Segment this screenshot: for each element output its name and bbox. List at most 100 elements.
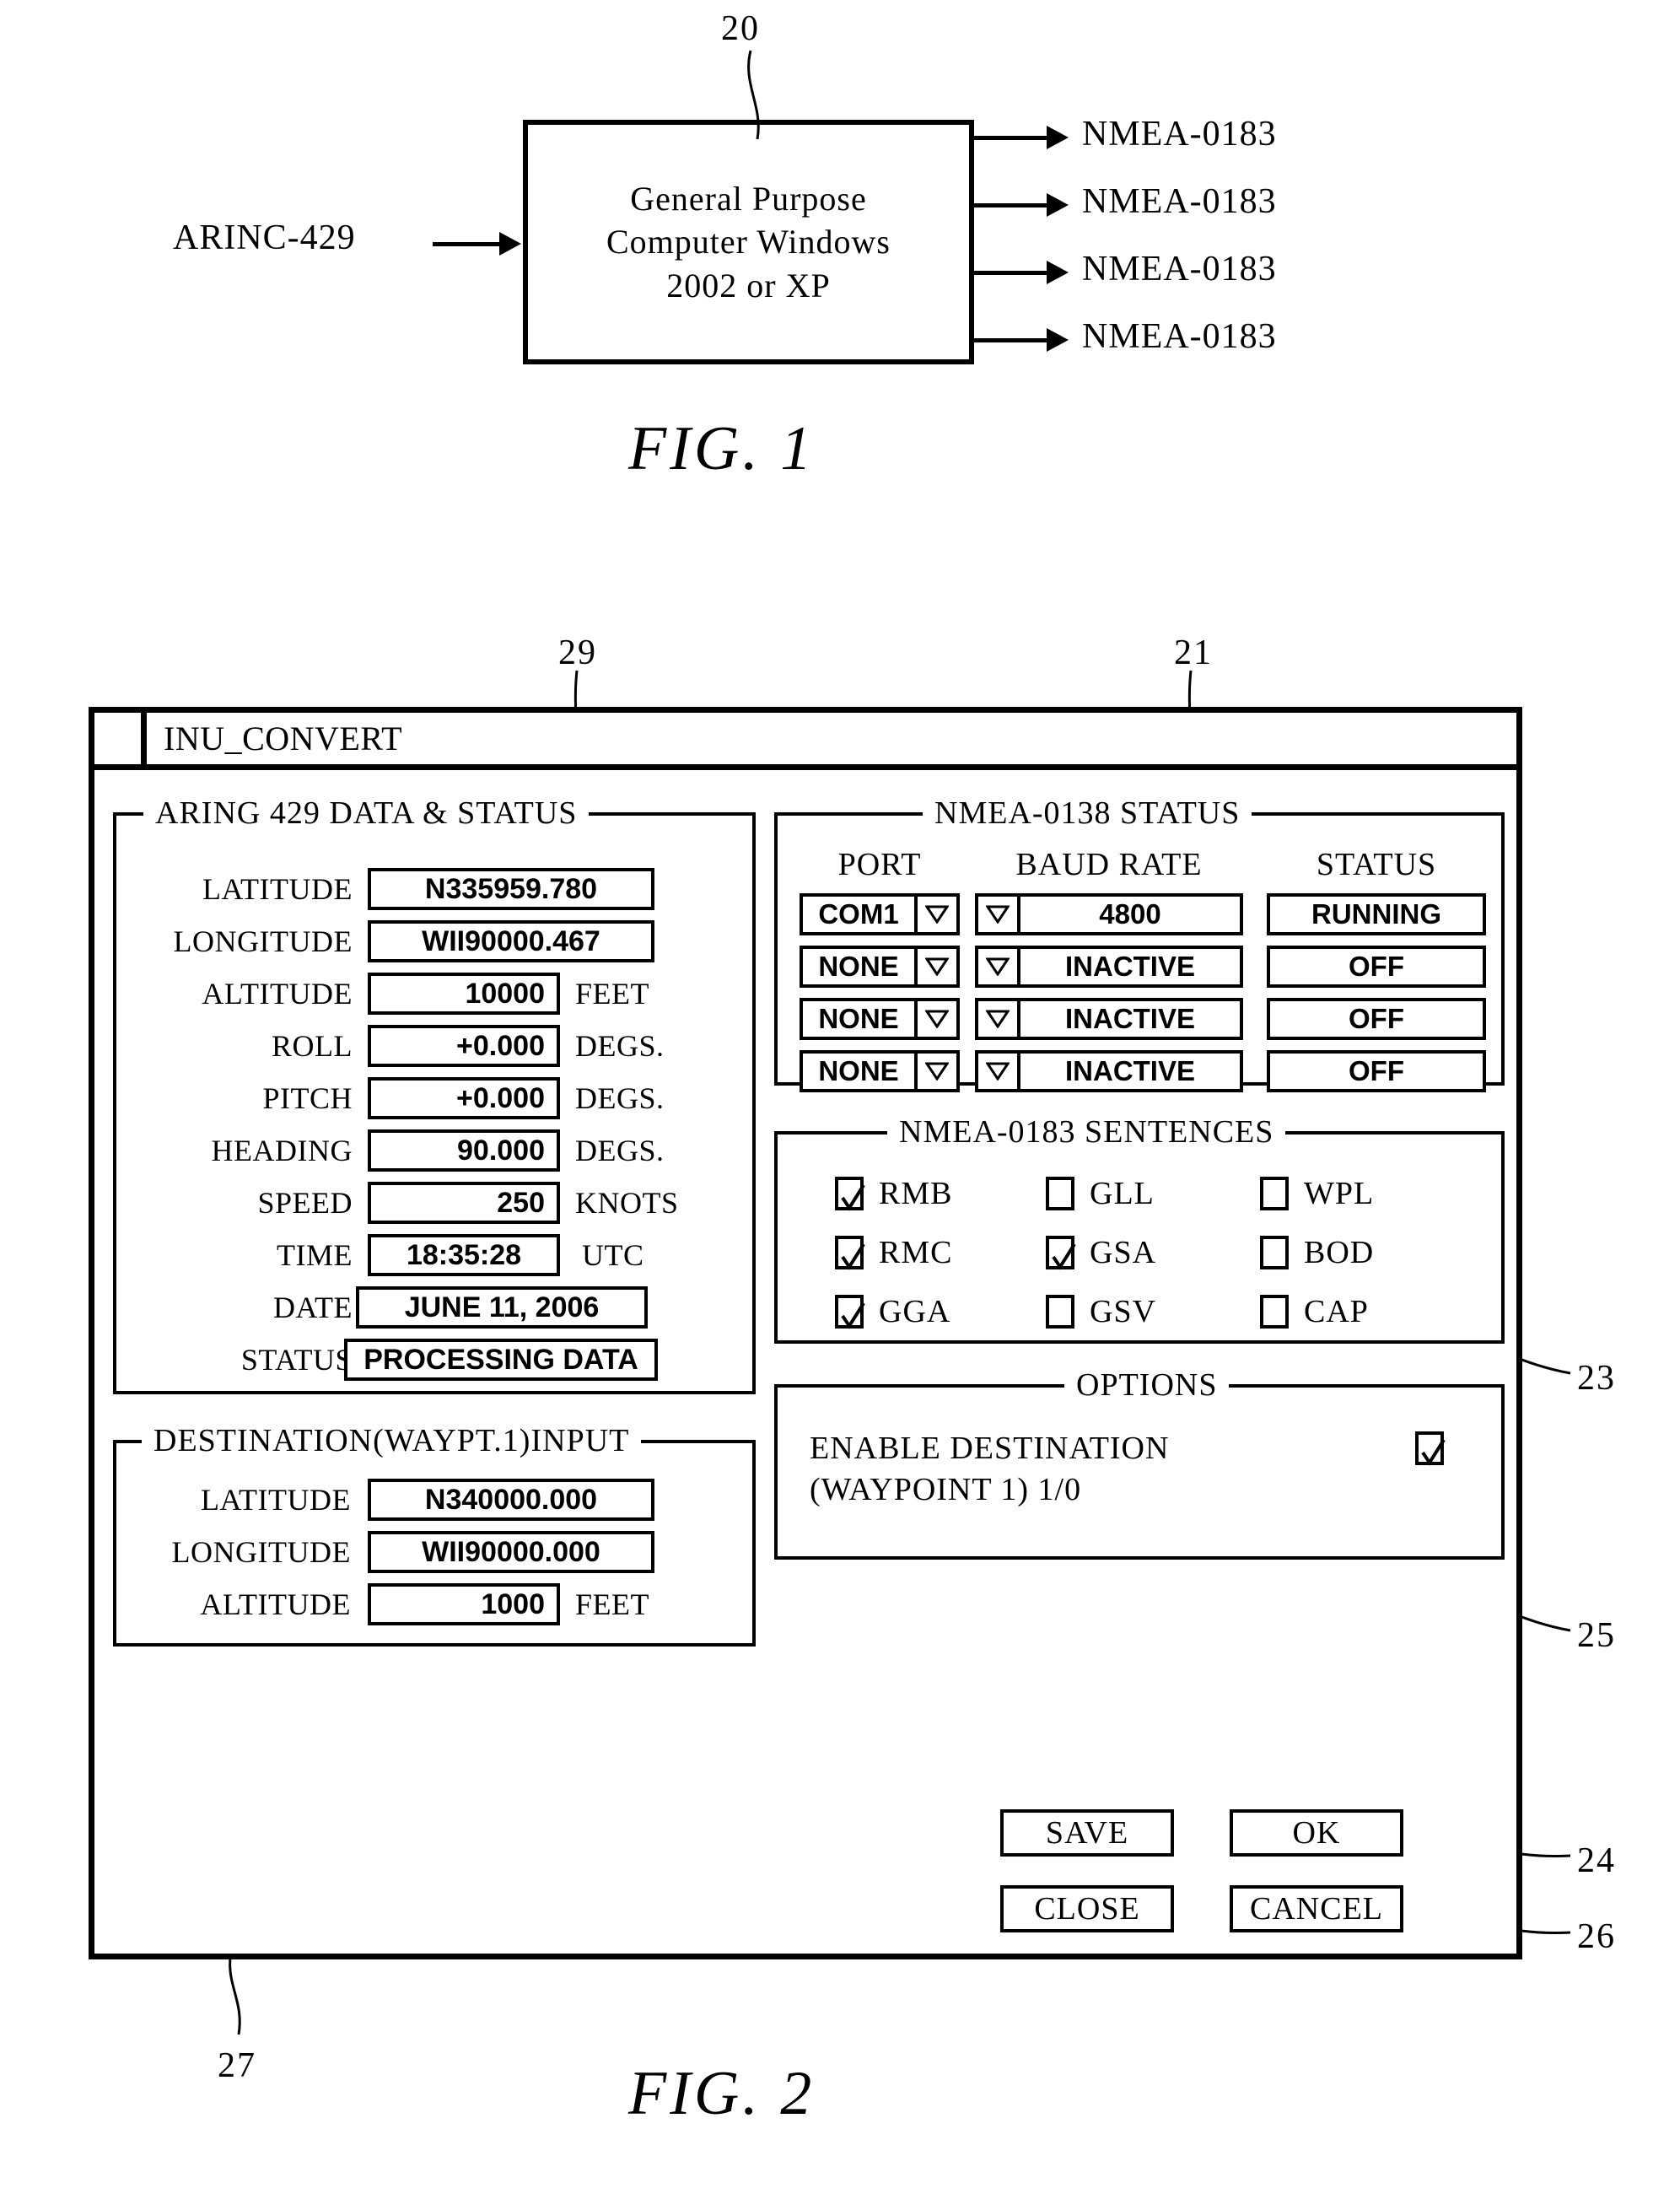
label-time: TIME [277, 1238, 353, 1272]
nmea-output-label-2: NMEA-0183 [1082, 182, 1277, 221]
port-status-2: OFF [1267, 946, 1486, 988]
sentence-label-gga: GGA [879, 1294, 951, 1329]
destination-group-title: DESTINATION(WAYPT.1)INPUT [142, 1422, 642, 1459]
value-latitude[interactable]: N335959.780 [368, 868, 654, 910]
checkbox-icon-unchecked [1260, 1295, 1289, 1329]
baud-value-3: INACTIVE [1064, 1003, 1195, 1034]
ok-button[interactable]: OK [1230, 1809, 1403, 1857]
value-longitude[interactable]: WII90000.467 [368, 920, 654, 962]
cpu-box-line-2: Computer Windows [606, 223, 891, 261]
baud-select-4[interactable]: INACTIVE [975, 1050, 1243, 1092]
port-select-2[interactable]: NONE [800, 946, 960, 988]
close-button[interactable]: CLOSE [1000, 1885, 1174, 1932]
port-select-3[interactable]: NONE [800, 998, 960, 1040]
value-altitude[interactable]: 10000 [368, 973, 560, 1015]
sentence-checkbox-wpl[interactable]: WPL [1260, 1175, 1374, 1212]
sentence-checkbox-gga[interactable]: GGA [835, 1293, 950, 1330]
field-row-time: TIME 18:35:28 UTC [116, 1234, 752, 1276]
sentence-checkbox-gsa[interactable]: GSA [1046, 1234, 1156, 1271]
save-button[interactable]: SAVE [1000, 1809, 1174, 1857]
column-header-baud-rate: BAUD RATE [1015, 847, 1203, 882]
value-heading[interactable]: 90.000 [368, 1129, 560, 1172]
sentence-label-gsa: GSA [1090, 1235, 1157, 1270]
value-roll[interactable]: +0.000 [368, 1025, 560, 1067]
option-checkbox-enable-destination[interactable] [1415, 1431, 1446, 1466]
unit-dest-altitude: FEET [575, 1587, 649, 1621]
input-arrow-line [433, 242, 502, 246]
label-status: STATUS [240, 1343, 353, 1377]
sentence-checkbox-rmc[interactable]: RMC [835, 1234, 952, 1271]
column-header-port: PORT [837, 847, 922, 882]
field-row-status: STATUS PROCESSING DATA [116, 1339, 752, 1381]
port-value-1: COM1 [818, 898, 899, 930]
chevron-down-icon [914, 1054, 956, 1089]
field-row-dest-altitude: ALTITUDE 1000 FEET [116, 1583, 752, 1625]
output-arrow-head-2 [1047, 193, 1069, 217]
checkbox-icon-checked [835, 1295, 865, 1329]
arinc-429-group-title: ARING 429 DATA & STATUS [143, 795, 590, 832]
value-dest-latitude[interactable]: N340000.000 [368, 1479, 654, 1521]
label-roll: ROLL [272, 1029, 353, 1063]
option-label-line-1: ENABLE DESTINATION [810, 1431, 1170, 1466]
chevron-down-icon [978, 949, 1020, 984]
value-date[interactable]: JUNE 11, 2006 [356, 1286, 648, 1329]
system-menu-icon[interactable] [94, 713, 147, 764]
chevron-down-icon [978, 897, 1020, 932]
destination-waypoint-input-group: DESTINATION(WAYPT.1)INPUT LATITUDE N3400… [113, 1422, 756, 1647]
field-row-longitude: LONGITUDE WII90000.467 [116, 920, 752, 962]
nmea-status-group-title: NMEA-0138 STATUS [923, 795, 1252, 832]
value-time[interactable]: 18:35:28 [368, 1234, 560, 1276]
sentence-checkbox-cap[interactable]: CAP [1260, 1293, 1369, 1330]
output-arrow-line-4 [974, 338, 1050, 342]
sentence-label-gll: GLL [1090, 1176, 1155, 1211]
port-value-4: NONE [818, 1055, 899, 1086]
chevron-down-icon [978, 1054, 1020, 1089]
baud-select-1[interactable]: 4800 [975, 893, 1243, 935]
option-enable-destination-label: ENABLE DESTINATION (WAYPOINT 1) 1/0 [810, 1428, 1169, 1510]
sentence-checkbox-gsv[interactable]: GSV [1046, 1293, 1156, 1330]
checkbox-icon-unchecked [1046, 1177, 1074, 1210]
cpu-box-line-1: General Purpose [630, 180, 867, 218]
unit-altitude: FEET [575, 977, 649, 1011]
value-pitch[interactable]: +0.000 [368, 1077, 560, 1119]
value-dest-altitude[interactable]: 1000 [368, 1583, 560, 1625]
checkbox-icon-unchecked [1260, 1236, 1289, 1269]
baud-select-3[interactable]: INACTIVE [975, 998, 1243, 1040]
unit-speed: KNOTS [575, 1186, 679, 1220]
value-dest-longitude[interactable]: WII90000.000 [368, 1531, 654, 1573]
ref-number-29: 29 [558, 633, 597, 672]
cpu-box-line-3: 2002 or XP [666, 266, 831, 305]
window-title-bar: INU_CONVERT [94, 713, 1516, 770]
checkbox-icon-unchecked [1260, 1177, 1289, 1210]
general-purpose-computer-box: General Purpose Computer Windows 2002 or… [523, 120, 974, 364]
figure-2-caption: FIG. 2 [628, 2059, 816, 2128]
baud-select-2[interactable]: INACTIVE [975, 946, 1243, 988]
sentence-checkbox-bod[interactable]: BOD [1260, 1234, 1374, 1271]
sentence-checkbox-gll[interactable]: GLL [1046, 1175, 1155, 1212]
nmea-sentences-group-title: NMEA-0183 SENTENCES [887, 1113, 1286, 1151]
nmea-output-label-1: NMEA-0183 [1082, 115, 1277, 154]
label-pitch: PITCH [262, 1081, 353, 1115]
value-status: PROCESSING DATA [344, 1339, 658, 1381]
label-speed: SPEED [257, 1186, 353, 1220]
port-select-4[interactable]: NONE [800, 1050, 960, 1092]
label-dest-longitude: LONGITUDE [171, 1535, 351, 1569]
inu-convert-window: INU_CONVERT ARING 429 DATA & STATUS LATI… [89, 707, 1522, 1959]
output-arrow-head-3 [1047, 261, 1069, 284]
value-speed[interactable]: 250 [368, 1182, 560, 1224]
label-date: DATE [273, 1291, 353, 1324]
label-dest-latitude: LATITUDE [201, 1483, 351, 1517]
sentence-checkbox-rmb[interactable]: RMB [835, 1175, 952, 1212]
checkbox-icon-checked [835, 1236, 865, 1270]
chevron-down-icon [914, 897, 956, 932]
port-select-1[interactable]: COM1 [800, 893, 960, 935]
field-row-altitude: ALTITUDE 10000 FEET [116, 973, 752, 1015]
figure-1: 20 ARINC-429 General Purpose Computer Wi… [0, 0, 1680, 523]
chevron-down-icon [914, 949, 956, 984]
output-arrow-line-3 [974, 271, 1050, 275]
cancel-button[interactable]: CANCEL [1230, 1885, 1403, 1932]
ref-number-25: 25 [1577, 1616, 1616, 1655]
field-row-speed: SPEED 250 KNOTS [116, 1182, 752, 1224]
ref-number-27: 27 [218, 2046, 256, 2085]
chevron-down-icon [978, 1001, 1020, 1037]
